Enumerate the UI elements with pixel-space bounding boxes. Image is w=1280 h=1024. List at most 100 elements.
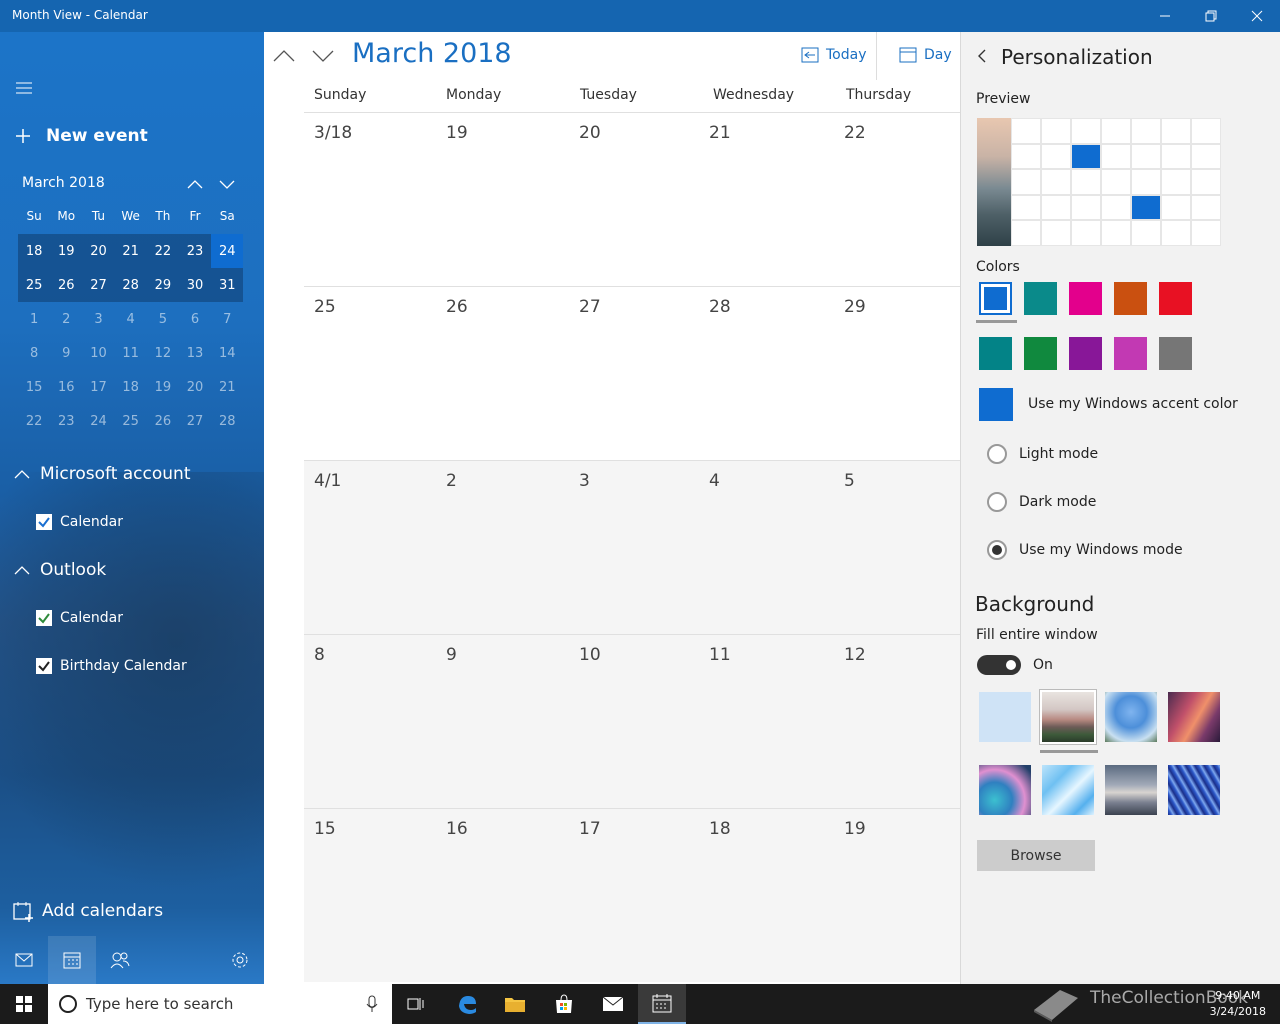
mini-day[interactable]: 23 <box>50 404 82 438</box>
mini-day[interactable]: 18 <box>115 370 147 404</box>
toggle-switch[interactable] <box>977 655 1021 675</box>
day-cell[interactable]: 15 <box>314 819 336 839</box>
mini-day[interactable]: 24 <box>82 404 114 438</box>
day-cell[interactable]: 25 <box>314 297 336 317</box>
add-calendars-button[interactable]: Add calendars <box>12 900 163 922</box>
month-title[interactable]: March 2018 <box>352 38 512 69</box>
minimize-button[interactable] <box>1142 0 1188 32</box>
mini-day[interactable]: 27 <box>179 404 211 438</box>
mini-day[interactable]: 25 <box>18 268 51 302</box>
microphone-icon[interactable] <box>366 995 378 1013</box>
background-crystal[interactable] <box>1042 765 1094 815</box>
start-button[interactable] <box>0 984 48 1024</box>
day-cell[interactable]: 5 <box>844 471 855 491</box>
light-mode-option[interactable]: Light mode <box>987 444 1098 464</box>
day-view-button[interactable]: Day <box>898 46 952 64</box>
calendar-app-button[interactable] <box>48 936 96 984</box>
dark-mode-option[interactable]: Dark mode <box>987 492 1096 512</box>
color-swatch[interactable] <box>1114 282 1147 315</box>
next-month-button[interactable] <box>311 44 335 68</box>
color-swatch[interactable] <box>976 282 1017 323</box>
mini-day[interactable]: 10 <box>82 336 114 370</box>
day-cell[interactable]: 22 <box>844 123 866 143</box>
mini-day[interactable]: 19 <box>50 234 83 268</box>
mini-day[interactable]: 9 <box>50 336 82 370</box>
people-button[interactable] <box>96 936 144 984</box>
mini-day[interactable]: 7 <box>211 302 243 336</box>
background-mountain[interactable] <box>1040 690 1098 753</box>
day-cell[interactable]: 2 <box>446 471 457 491</box>
mini-day[interactable]: 5 <box>147 302 179 336</box>
day-cell[interactable]: 10 <box>579 645 601 665</box>
store-button[interactable] <box>540 984 588 1024</box>
color-swatch[interactable] <box>1069 282 1102 315</box>
background-lake[interactable] <box>1105 765 1157 815</box>
color-swatch[interactable] <box>1114 337 1147 370</box>
background-tree[interactable] <box>1105 692 1157 742</box>
mini-day[interactable]: 23 <box>178 234 212 268</box>
mini-day[interactable]: 31 <box>211 268 244 302</box>
browse-button[interactable]: Browse <box>977 840 1095 871</box>
mini-day[interactable]: 16 <box>50 370 82 404</box>
restore-button[interactable] <box>1188 0 1234 32</box>
day-cell[interactable]: 4 <box>709 471 720 491</box>
day-cell[interactable]: 29 <box>844 297 866 317</box>
day-cell[interactable]: 3/18 <box>314 123 352 143</box>
day-cell[interactable]: 27 <box>579 297 601 317</box>
calendar-item-birthday-calendar[interactable]: Birthday Calendar <box>36 658 187 674</box>
mini-day[interactable]: 15 <box>18 370 50 404</box>
mini-day[interactable]: 19 <box>147 370 179 404</box>
calendar-taskbar-button[interactable] <box>638 984 686 1024</box>
mini-day[interactable]: 13 <box>179 336 211 370</box>
day-cell[interactable]: 17 <box>579 819 601 839</box>
mini-day[interactable]: 22 <box>18 404 50 438</box>
mini-calendar-title[interactable]: March 2018 <box>22 175 105 191</box>
mail-app-button[interactable] <box>589 984 637 1024</box>
calendar-checkbox[interactable] <box>36 658 52 674</box>
taskbar-search-box[interactable]: Type here to search <box>48 984 392 1024</box>
windows-mode-radio[interactable] <box>987 540 1007 560</box>
mini-day[interactable]: 21 <box>211 370 243 404</box>
color-swatch[interactable] <box>1024 282 1057 315</box>
mini-day[interactable]: 2 <box>50 302 82 336</box>
background-bubbles[interactable] <box>979 765 1031 815</box>
day-cell[interactable]: 28 <box>709 297 731 317</box>
mini-day[interactable]: 24 <box>211 234 244 268</box>
mini-day[interactable]: 29 <box>146 268 179 302</box>
new-event-button[interactable]: New event <box>14 126 148 146</box>
mini-day[interactable]: 17 <box>82 370 114 404</box>
mini-day[interactable]: 12 <box>147 336 179 370</box>
day-cell[interactable]: 3 <box>579 471 590 491</box>
mini-day[interactable]: 4 <box>115 302 147 336</box>
dark-mode-radio[interactable] <box>987 492 1007 512</box>
mini-day[interactable]: 20 <box>179 370 211 404</box>
settings-button[interactable] <box>216 936 264 984</box>
group-microsoft-account[interactable]: Microsoft account <box>14 464 191 484</box>
mini-prev-month-button[interactable] <box>184 174 206 194</box>
mini-day[interactable]: 28 <box>114 268 147 302</box>
calendar-checkbox[interactable] <box>36 610 52 626</box>
color-swatch[interactable] <box>979 337 1012 370</box>
accent-color-swatch[interactable] <box>979 388 1013 421</box>
calendar-item-outlook-calendar[interactable]: Calendar <box>36 610 123 626</box>
day-cell[interactable]: 4/1 <box>314 471 341 491</box>
background-canyon[interactable] <box>1168 692 1220 742</box>
mini-next-month-button[interactable] <box>216 174 238 194</box>
day-cell[interactable]: 18 <box>709 819 731 839</box>
calendar-checkbox[interactable] <box>36 514 52 530</box>
day-cell[interactable]: 11 <box>709 645 731 665</box>
close-button[interactable] <box>1234 0 1280 32</box>
back-button[interactable] <box>975 48 989 64</box>
mini-day[interactable]: 21 <box>114 234 147 268</box>
taskbar-clock[interactable]: 9:40 AM 3/24/2018 <box>1210 988 1266 1020</box>
mini-day[interactable]: 18 <box>18 234 51 268</box>
calendar-item-microsoft-calendar[interactable]: Calendar <box>36 514 123 530</box>
mini-day[interactable]: 25 <box>115 404 147 438</box>
mini-day[interactable]: 6 <box>179 302 211 336</box>
color-swatch[interactable] <box>1024 337 1057 370</box>
color-swatch[interactable] <box>1159 337 1192 370</box>
mini-day[interactable]: 14 <box>211 336 243 370</box>
light-mode-radio[interactable] <box>987 444 1007 464</box>
mini-day[interactable]: 30 <box>178 268 212 302</box>
task-view-button[interactable] <box>392 984 440 1024</box>
